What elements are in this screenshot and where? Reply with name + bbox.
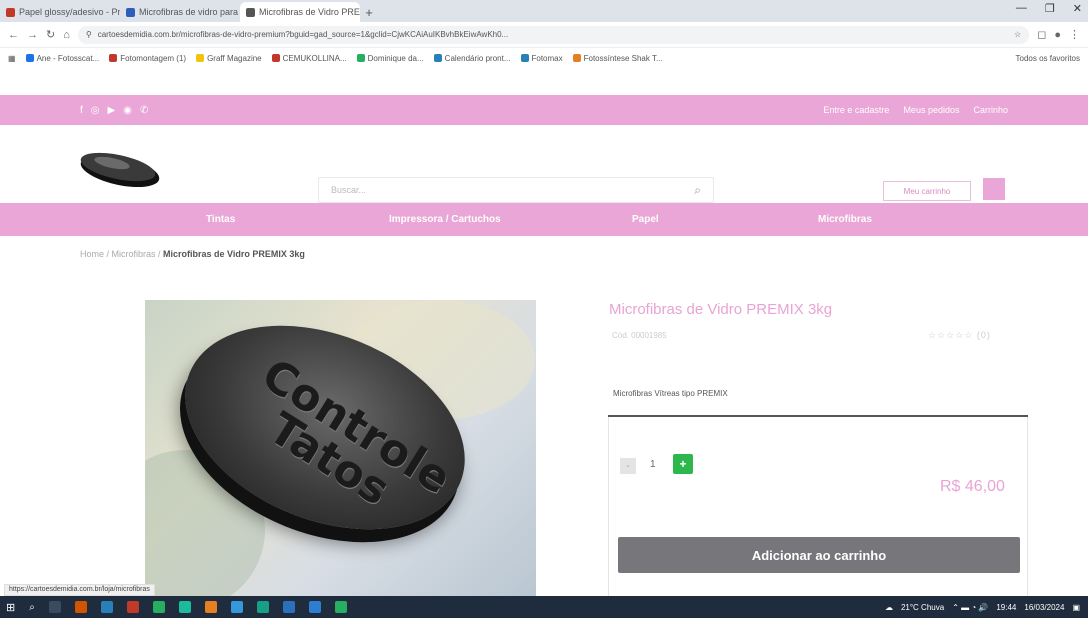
nav-item-tintas[interactable]: Tintas (206, 214, 235, 225)
profile-icon[interactable]: ● (1054, 29, 1061, 41)
clock-date[interactable]: 16/03/2024 (1024, 603, 1064, 612)
search-icon[interactable]: ⌕ (29, 602, 35, 613)
instagram-icon[interactable]: ◎ (91, 105, 100, 116)
search-placeholder: Buscar... (331, 185, 367, 195)
product-price: R$ 46,00 (940, 478, 1005, 495)
taskbar-app-icon[interactable] (152, 601, 165, 613)
url-text: cartoesdemidia.com.br/microfibras-de-vid… (97, 30, 509, 39)
social-links: f ◎ ▶ ◉ ✆ (80, 105, 148, 116)
site-logo[interactable] (78, 148, 162, 190)
nav-item-impressora[interactable]: Impressora / Cartuchos (389, 214, 501, 225)
taskbar-app-icon[interactable] (126, 601, 139, 613)
extensions-icon[interactable]: ◻ (1037, 28, 1046, 41)
link-status-bar: https://cartoesdemidia.com.br/loja/micro… (4, 584, 155, 596)
windows-start-icon[interactable]: ⊞ (6, 601, 15, 614)
forward-icon[interactable]: → (27, 29, 38, 41)
add-to-cart-button[interactable]: Adicionar ao carrinho (618, 537, 1020, 573)
whatsapp-icon[interactable]: ✆ (140, 105, 148, 116)
bookmark-star-icon[interactable]: ☆ (1014, 30, 1021, 39)
taskbar-app-icon[interactable] (282, 601, 295, 613)
url-field[interactable]: ⚲ cartoesdemidia.com.br/microfibras-de-v… (77, 25, 1030, 44)
task-view-icon[interactable] (48, 601, 61, 613)
description-tab-label: Microfibras Vítreas tipo PREMIX (613, 389, 728, 398)
taskbar-app-icon[interactable] (230, 601, 243, 613)
product-sku: Cód. 00001985 (612, 331, 667, 340)
cart-link[interactable]: Carrinho (973, 105, 1008, 115)
bookmarks-bar: ▦ Ane - Fotosscat... Fotomontagem (1) Gr… (0, 48, 1088, 68)
apps-icon[interactable]: ▦ (8, 54, 16, 63)
search-icon[interactable]: ⌕ (694, 183, 701, 198)
window-controls: — ❐ ✕ (1016, 2, 1082, 15)
taskbar-app-icon[interactable] (256, 601, 269, 613)
tab-label: Microfibras de vidro para 3 (139, 7, 240, 17)
facebook-icon[interactable]: f (80, 105, 83, 116)
address-bar-row: ← → ↻ ⌂ ⚲ cartoesdemidia.com.br/microfib… (0, 22, 1088, 48)
rating-stars[interactable]: ☆☆☆☆☆ (0) (928, 330, 991, 341)
bookmark-item[interactable]: Graff Magazine (196, 54, 262, 63)
tab-label: Papel glossy/adesivo - Pri (19, 7, 120, 17)
menu-icon[interactable]: ⋮ (1069, 28, 1080, 41)
new-tab-button[interactable]: + (360, 2, 378, 22)
account-links: Entre e cadastre Meus pedidos Carrinho (823, 105, 1008, 115)
tray-icons[interactable]: ⌃ ▬ ◔ 🔊 (952, 603, 988, 612)
taskbar-app-icon[interactable] (100, 601, 113, 613)
breadcrumb: Home / Microfibras / Microfibras de Vidr… (80, 249, 305, 259)
tab-favicon-icon (246, 7, 255, 17)
login-link[interactable]: Entre e cadastre (823, 105, 889, 115)
cart-icon[interactable] (983, 178, 1005, 200)
browser-tab-strip: Papel glossy/adesivo - Pri ✕ Microfibras… (0, 0, 1088, 22)
browser-tab[interactable]: Papel glossy/adesivo - Pri ✕ (0, 2, 120, 22)
notifications-icon[interactable]: ▣ (1072, 603, 1080, 612)
back-icon[interactable]: ← (8, 29, 19, 41)
bookmark-item[interactable]: Ane - Fotosscat... (25, 54, 99, 63)
close-window-icon[interactable]: ✕ (1073, 2, 1082, 15)
nav-item-microfibras[interactable]: Microfibras (818, 214, 872, 225)
bookmark-item[interactable]: Calendário pront... (433, 54, 511, 63)
site-top-bar: f ◎ ▶ ◉ ✆ Entre e cadastre Meus pedidos … (0, 95, 1088, 125)
clock-time[interactable]: 19:44 (996, 603, 1016, 612)
main-nav: Tintas Impressora / Cartuchos Papel Micr… (0, 203, 1088, 236)
system-tray: ☁ 21°C Chuva ⌃ ▬ ◔ 🔊 19:44 16/03/2024 ▣ (885, 596, 1080, 618)
chrome-icon[interactable] (204, 601, 217, 613)
description-tab[interactable]: Microfibras Vítreas tipo PREMIX (608, 383, 1028, 417)
tab-label: Microfibras de Vidro PREMI (259, 7, 360, 17)
quantity-increase-button[interactable]: + (673, 454, 693, 474)
orders-link[interactable]: Meus pedidos (903, 105, 959, 115)
bookmark-item[interactable]: Fotossíntese Shak T... (572, 54, 663, 63)
tab-favicon-icon (126, 7, 135, 17)
taskbar-app-icon[interactable] (178, 601, 191, 613)
weather-icon[interactable]: ☁ (885, 603, 893, 612)
tab-favicon-icon (6, 7, 15, 17)
quantity-field[interactable]: 1 (650, 459, 656, 470)
site-info-icon[interactable]: ⚲ (86, 30, 92, 39)
quantity-decrease-button[interactable]: - (620, 458, 636, 474)
browser-tab[interactable]: Microfibras de vidro para 3 ✕ (120, 2, 240, 22)
taskbar-app-icon[interactable] (334, 601, 347, 613)
home-icon[interactable]: ⌂ (63, 29, 70, 41)
breadcrumb-links[interactable]: Home / Microfibras / (80, 249, 163, 259)
taskbar-app-icon[interactable] (74, 601, 87, 613)
cart-button-label: Meu carrinho (903, 186, 951, 196)
maximize-icon[interactable]: ❐ (1045, 2, 1055, 15)
reload-icon[interactable]: ↻ (46, 28, 55, 41)
product-image[interactable]: Controle Tatos (145, 300, 536, 600)
pinterest-icon[interactable]: ◉ (123, 105, 132, 116)
all-bookmarks[interactable]: Todos os favoritos (1016, 54, 1080, 63)
search-input[interactable]: Buscar... ⌕ (318, 177, 714, 203)
youtube-icon[interactable]: ▶ (108, 105, 116, 116)
taskbar-app-icon[interactable] (308, 601, 321, 613)
bookmark-item[interactable]: Fotomontagem (1) (109, 54, 186, 63)
bookmark-item[interactable]: Dominique da... (356, 54, 424, 63)
cart-button[interactable]: Meu carrinho (883, 181, 971, 201)
bookmark-item[interactable]: Fotomax (520, 54, 563, 63)
product-title: Microfibras de Vidro PREMIX 3kg (609, 301, 833, 318)
nav-item-papel[interactable]: Papel (632, 214, 659, 225)
windows-taskbar: ⊞ ⌕ ☁ 21°C Chuva ⌃ ▬ ◔ 🔊 19:44 16/03/202… (0, 596, 1088, 618)
browser-tab-active[interactable]: Microfibras de Vidro PREMI ✕ (240, 2, 360, 22)
weather-text[interactable]: 21°C Chuva (901, 603, 944, 612)
bookmark-item[interactable]: CEMUKOLLINA... (271, 54, 347, 63)
minimize-icon[interactable]: — (1016, 2, 1027, 15)
breadcrumb-current: Microfibras de Vidro PREMIX 3kg (163, 249, 305, 259)
